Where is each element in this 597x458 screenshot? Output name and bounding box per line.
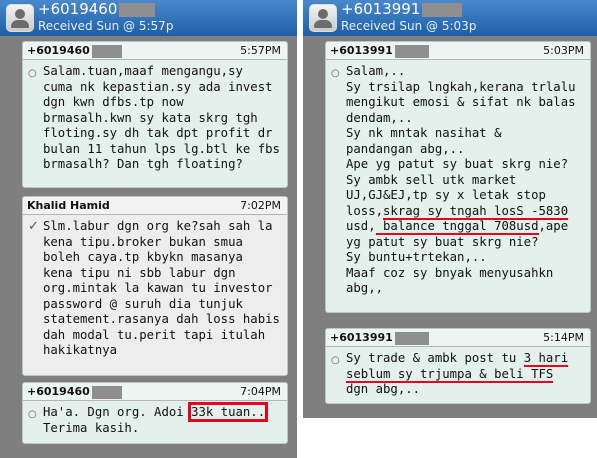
message-line: seblum sy trjumpa & beli TFS xyxy=(346,366,586,383)
message-line: Ape yg patut sy buat skrg nie? xyxy=(346,157,569,171)
message-line: dgn abg,.. xyxy=(346,382,421,396)
message-line: loss,skrag sy tngah losS -5830 xyxy=(346,203,569,220)
contact-number: +6013991 xyxy=(341,0,463,18)
message-sender: +6019460 xyxy=(27,385,122,399)
message-line: UJ,GJ&EJ,tp sy x letak stop xyxy=(346,188,546,202)
received-time: Received Sun @ 5:57p xyxy=(38,19,174,33)
message-line: Ha'a. Dgn org. Adoi 33k tuan.. xyxy=(43,402,269,422)
right-conversation-panel: +6013991 Received Sun @ 5:03p +6013991 5… xyxy=(303,0,597,418)
message-line: cuma nk kepastian.sy ada invest xyxy=(43,79,273,94)
highlighted-amount: 33k tuan.. xyxy=(188,402,269,422)
message-line: abg,, xyxy=(346,281,384,295)
message-line: dendam,.. xyxy=(346,110,413,125)
message-line: yg patut sy buat skrg nie? xyxy=(346,234,539,249)
message-time: 7:02PM xyxy=(240,199,281,212)
message-line: bulan 11 tahun lps lg.btl ke fbs xyxy=(43,141,280,156)
message-line: dah modal tu.perit tapi itulah xyxy=(43,327,266,342)
message-line: floting.sy dh tak dpt profit dr xyxy=(43,126,273,140)
message-line: Sy buntu+trtekan,.. xyxy=(346,250,487,264)
unread-bullet-icon: ○ xyxy=(28,68,37,79)
message-sender: Khalid Hamid xyxy=(27,199,110,212)
message-line: Terima kasih. xyxy=(43,420,140,435)
redaction-box xyxy=(422,2,463,17)
message-line: Salam.tuan,maaf mengangu,sy xyxy=(43,64,243,78)
message-line: statement.rasanya dah loss habis xyxy=(43,312,280,326)
message-bubble-sent[interactable]: Khalid Hamid 7:02PM ✓ Slm.labur dgn org … xyxy=(22,196,288,376)
message-time: 5:14PM xyxy=(543,331,584,344)
message-time: 7:04PM xyxy=(240,385,281,398)
message-line: usd, balance tnggal 708usd,ape xyxy=(346,219,569,235)
unread-bullet-icon: ○ xyxy=(28,409,37,420)
message-line: org.mintak la kawan tu investor xyxy=(43,281,273,295)
message-line: brmasalh? Dan tgh floating? xyxy=(43,157,243,171)
delivered-check-icon: ✓ xyxy=(28,219,39,234)
message-line: Sy ambk sell utk market xyxy=(346,172,517,187)
message-time: 5:03PM xyxy=(543,44,584,57)
left-conversation-panel: +6019460 Received Sun @ 5:57p +6019460 5… xyxy=(0,0,297,458)
redaction-box xyxy=(394,44,429,58)
underlined-balance: balance tnggal 708usd xyxy=(375,219,539,235)
message-line: dgn kwn dfbs.tp now xyxy=(43,95,184,109)
conversation-header: +6013991 Received Sun @ 5:03p xyxy=(303,0,597,36)
message-line: Sy trade & ambk post tu 3 hari xyxy=(346,351,569,367)
unread-bullet-icon: ○ xyxy=(331,68,340,79)
message-line: kena tipu.broker bukan smua xyxy=(43,234,243,249)
message-bubble-received[interactable]: +6013991 5:14PM ○ Sy trade & ambk post t… xyxy=(325,328,591,404)
message-bubble-received[interactable]: +6019460 5:57PM ○ Salam.tuan,maaf mengan… xyxy=(22,41,288,188)
underlined-phrase: 3 hari xyxy=(523,351,569,367)
message-line: Maaf coz sy bnyak menyusahkn xyxy=(346,265,554,280)
unread-bullet-icon: ○ xyxy=(331,355,340,366)
contact-avatar-icon[interactable] xyxy=(6,4,34,32)
message-sender: +6019460 xyxy=(27,44,122,58)
message-line: password @ suruh dia tunjuk xyxy=(43,296,243,311)
message-bubble-received[interactable]: +6013991 5:03PM ○ Salam,.. Sy trsilap ln… xyxy=(325,41,591,313)
contact-number: +6019460 xyxy=(38,0,156,18)
message-line: brmasalh.kwn sy kata skrg tgh xyxy=(43,110,258,125)
message-line: Sy nk mntak nasihat & xyxy=(346,126,502,140)
message-bubble-received[interactable]: +6019460 7:04PM ○ Ha'a. Dgn org. Adoi 33… xyxy=(22,382,288,444)
message-time: 5:57PM xyxy=(240,44,281,57)
contact-avatar-icon[interactable] xyxy=(309,4,337,32)
redaction-box xyxy=(119,2,156,17)
message-line: Salam,.. xyxy=(346,64,406,78)
conversation-header: +6019460 Received Sun @ 5:57p xyxy=(0,0,297,36)
redaction-box xyxy=(394,331,429,345)
message-line: kena tipu ni sbb labur dgn xyxy=(43,265,236,280)
redaction-box xyxy=(91,44,122,58)
message-sender: +6013991 xyxy=(330,331,429,345)
message-line: mengikut emosi & sifat nk balas xyxy=(346,95,576,109)
message-line: pandangan abg,.. xyxy=(346,141,465,156)
underlined-phrase: seblum sy trjumpa & beli TFS xyxy=(346,366,554,383)
message-line: Sy trsilap lngkah,kerana trlalu xyxy=(346,79,576,94)
message-line: hakikatnya xyxy=(43,343,118,357)
message-line: Slm.labur dgn org ke?sah sah la xyxy=(43,219,273,233)
message-line: boleh caya.tp kbykn masanya xyxy=(43,250,243,264)
underlined-loss: skrag sy tngah losS -5830 xyxy=(383,203,569,220)
received-time: Received Sun @ 5:03p xyxy=(341,19,477,33)
redaction-box xyxy=(91,385,122,399)
message-sender: +6013991 xyxy=(330,44,429,58)
